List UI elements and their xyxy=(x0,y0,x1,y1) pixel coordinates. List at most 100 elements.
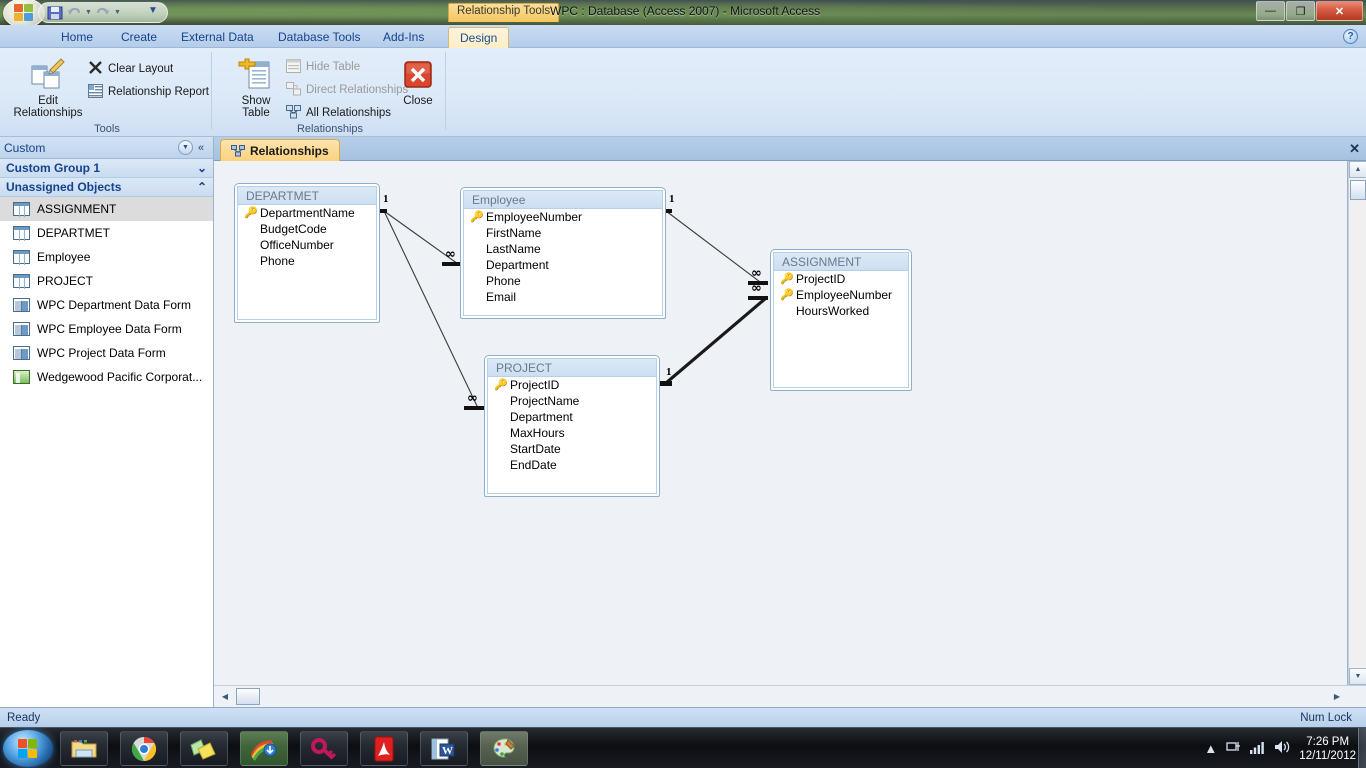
close-relationships-button[interactable]: Close xyxy=(394,55,442,107)
show-desktop-button[interactable] xyxy=(1358,728,1366,768)
relationship-lines xyxy=(369,209,768,410)
ribbon-tab-bar: Home Create External Data Database Tools… xyxy=(0,25,1366,48)
close-document-icon[interactable]: ✕ xyxy=(1349,141,1360,157)
signal-icon[interactable] xyxy=(1250,741,1265,757)
undo-dropdown-icon[interactable]: ▼ xyxy=(85,5,92,21)
list-item-label: Employee xyxy=(37,250,91,264)
sidebar-item-assignment[interactable]: ASSIGNMENT xyxy=(0,197,213,221)
close-button[interactable]: ✕ xyxy=(1316,1,1363,21)
save-icon[interactable] xyxy=(47,5,63,21)
taskbar-word[interactable]: W xyxy=(420,731,468,766)
edit-relationships-button[interactable]: Edit Relationships xyxy=(13,55,83,119)
tab-home[interactable]: Home xyxy=(50,27,104,48)
minimize-button[interactable]: — xyxy=(1256,1,1285,21)
field-row[interactable]: 🔑 ProjectID xyxy=(488,377,656,393)
taskbar-acrobat[interactable] xyxy=(360,731,408,766)
chevron-down-icon[interactable]: ▼ xyxy=(178,140,193,155)
field-row[interactable]: Email xyxy=(464,289,662,305)
all-relationships-button[interactable]: All Relationships xyxy=(286,103,391,123)
show-hidden-icons-icon[interactable]: ▲ xyxy=(1204,741,1217,756)
field-row[interactable]: Department xyxy=(488,409,656,425)
vertical-scroll-thumb[interactable] xyxy=(1350,180,1366,200)
tab-relationships[interactable]: Relationships xyxy=(220,139,340,161)
taskbar-chrome[interactable] xyxy=(120,731,168,766)
cardinality-many-assignment-proj: ∞ xyxy=(751,281,762,296)
field-row[interactable]: StartDate xyxy=(488,441,656,457)
field-row[interactable]: Department xyxy=(464,257,662,273)
field-row[interactable]: LastName xyxy=(464,241,662,257)
taskbar-access[interactable] xyxy=(300,731,348,766)
sidebar-item-wpc-project-data-form[interactable]: WPC Project Data Form xyxy=(0,341,213,365)
hide-table-button[interactable]: Hide Table xyxy=(286,57,360,77)
collapse-pane-icon[interactable]: « xyxy=(193,142,209,154)
tab-database-tools[interactable]: Database Tools xyxy=(267,27,372,48)
navigation-pane-title: Custom xyxy=(4,140,46,155)
scroll-right-icon[interactable]: ▶ xyxy=(1330,689,1344,704)
network-icon[interactable] xyxy=(1226,740,1241,757)
field-row[interactable]: Phone xyxy=(238,253,376,269)
tab-add-ins[interactable]: Add-Ins xyxy=(372,27,435,48)
field-row[interactable]: FirstName xyxy=(464,225,662,241)
tab-design[interactable]: Design xyxy=(448,27,510,48)
ribbon-group-tools: Edit Relationships Clear Layout Relation… xyxy=(4,49,210,136)
chevron-expanded-icon[interactable]: ⌃ xyxy=(197,180,207,194)
direct-relationships-button[interactable]: Direct Relationships xyxy=(286,80,408,100)
sidebar-item-wpc-employee-data-form[interactable]: WPC Employee Data Form xyxy=(0,317,213,341)
sidebar-item-wpc-department-data-form[interactable]: WPC Department Data Form xyxy=(0,293,213,317)
vertical-scrollbar[interactable]: ▲ ▼ xyxy=(1348,161,1366,685)
sidebar-item-wedgewood-pacific-corporation[interactable]: Wedgewood Pacific Corporat... xyxy=(0,365,213,389)
field-label: Department xyxy=(510,410,573,424)
access-key-icon xyxy=(311,737,337,759)
scroll-down-icon[interactable]: ▼ xyxy=(1349,668,1366,685)
sidebar-item-departmet[interactable]: DEPARTMET xyxy=(0,221,213,245)
restore-button[interactable]: ❐ xyxy=(1286,1,1315,21)
nav-group-custom-group-1[interactable]: Custom Group 1 ⌄ xyxy=(0,159,213,178)
clear-layout-button[interactable]: Clear Layout xyxy=(88,59,173,79)
field-row[interactable]: HoursWorked xyxy=(774,303,908,319)
field-row[interactable]: 🔑 DepartmentName xyxy=(238,205,376,221)
nav-group-unassigned-objects[interactable]: Unassigned Objects ⌃ xyxy=(0,178,213,197)
nav-group-label: Custom Group 1 xyxy=(6,161,101,175)
chevron-collapsed-icon[interactable]: ⌄ xyxy=(197,161,207,175)
field-row[interactable]: EndDate xyxy=(488,457,656,473)
field-row[interactable]: 🔑 EmployeeNumber xyxy=(774,287,908,303)
clear-layout-icon xyxy=(88,60,103,78)
taskbar-idm[interactable] xyxy=(240,731,288,766)
horizontal-scroll-thumb[interactable] xyxy=(236,688,260,705)
navigation-pane-header[interactable]: Custom ▼ « xyxy=(0,137,213,159)
taskbar-explorer[interactable] xyxy=(60,731,108,766)
sidebar-item-project[interactable]: PROJECT xyxy=(0,269,213,293)
scroll-up-icon[interactable]: ▲ xyxy=(1349,161,1366,178)
field-row[interactable]: 🔑 ProjectID xyxy=(774,271,908,287)
customize-qat-icon[interactable]: ▼ xyxy=(148,5,158,16)
relationships-canvas[interactable]: 1 ∞ ∞ 1 ∞ ∞ 1 DEPARTMET 🔑 DepartmentName… xyxy=(214,161,1348,685)
redo-icon[interactable] xyxy=(95,5,111,21)
volume-icon[interactable] xyxy=(1274,740,1290,757)
field-row[interactable]: Phone xyxy=(464,273,662,289)
table-box-assignment[interactable]: ASSIGNMENT 🔑 ProjectID 🔑 EmployeeNumber … xyxy=(770,249,912,391)
start-button[interactable] xyxy=(3,730,53,767)
taskbar-sticky[interactable] xyxy=(180,731,228,766)
taskbar-paint[interactable] xyxy=(480,731,528,766)
help-icon[interactable]: ? xyxy=(1343,29,1358,44)
sidebar-item-employee[interactable]: Employee xyxy=(0,245,213,269)
field-row[interactable]: OfficeNumber xyxy=(238,237,376,253)
redo-dropdown-icon[interactable]: ▼ xyxy=(114,5,121,21)
tab-external-data[interactable]: External Data xyxy=(170,27,265,48)
field-row[interactable]: MaxHours xyxy=(488,425,656,441)
clock[interactable]: 7:26 PM 12/11/2012 xyxy=(1299,735,1356,763)
relationship-report-button[interactable]: Relationship Report xyxy=(88,82,209,102)
horizontal-scrollbar[interactable]: ◀ ▶ xyxy=(214,685,1366,707)
tab-create[interactable]: Create xyxy=(110,27,168,48)
field-row[interactable]: 🔑 EmployeeNumber xyxy=(464,209,662,225)
show-table-button[interactable]: Show Table xyxy=(224,55,288,119)
undo-icon[interactable] xyxy=(66,5,82,21)
table-box-departmet[interactable]: DEPARTMET 🔑 DepartmentName BudgetCode Of… xyxy=(234,183,380,323)
table-box-employee[interactable]: Employee 🔑 EmployeeNumber FirstName Last… xyxy=(460,187,666,319)
field-row[interactable]: ProjectName xyxy=(488,393,656,409)
field-row[interactable]: BudgetCode xyxy=(238,221,376,237)
tab-label: Relationships xyxy=(250,143,329,158)
scroll-left-icon[interactable]: ◀ xyxy=(218,689,232,704)
relationship-report-label: Relationship Report xyxy=(108,86,210,98)
table-box-project[interactable]: PROJECT 🔑 ProjectID ProjectName Departme… xyxy=(484,355,660,497)
